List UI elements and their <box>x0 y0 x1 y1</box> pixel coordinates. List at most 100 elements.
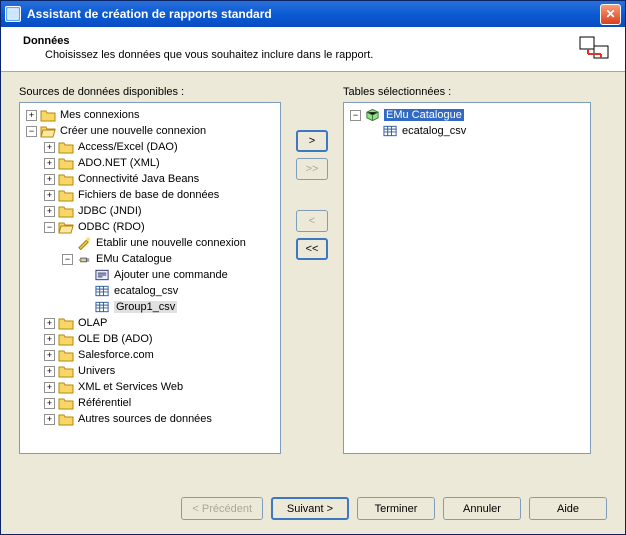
folder-icon <box>58 156 74 170</box>
tree-item-group1[interactable]: Group1_csv <box>22 299 278 315</box>
tree-label: JDBC (JNDI) <box>78 205 142 217</box>
cancel-button[interactable]: Annuler <box>443 497 521 520</box>
tree-item-odbc[interactable]: − ODBC (RDO) <box>22 219 278 235</box>
expand-icon[interactable]: + <box>44 334 55 345</box>
tree-label: Connectivité Java Beans <box>78 173 199 185</box>
expand-icon[interactable]: + <box>44 366 55 377</box>
tree-item-ecatalog[interactable]: ecatalog_csv <box>22 283 278 299</box>
close-button[interactable]: ✕ <box>600 4 621 25</box>
chevron-right-icon: > <box>309 135 315 147</box>
tree-item-salesforce[interactable]: + Salesforce.com <box>22 347 278 363</box>
expand-icon[interactable]: + <box>44 398 55 409</box>
expand-icon[interactable]: + <box>44 158 55 169</box>
folder-icon <box>58 188 74 202</box>
tree-item-univers[interactable]: + Univers <box>22 363 278 379</box>
tree-label: Créer une nouvelle connexion <box>60 125 206 137</box>
back-button[interactable]: < Précédent <box>181 497 263 520</box>
page-subtitle: Choisissez les données que vous souhaite… <box>23 49 571 61</box>
tree-label: Etablir une nouvelle connexion <box>96 237 246 249</box>
tree-label: ecatalog_csv <box>402 125 466 137</box>
expand-icon[interactable]: + <box>44 414 55 425</box>
folder-open-icon <box>58 220 74 234</box>
folder-icon <box>58 204 74 218</box>
cube-icon <box>364 108 380 122</box>
tree-label: ecatalog_csv <box>114 285 178 297</box>
add-all-button[interactable]: >> <box>296 158 328 180</box>
header-text: Données Choisissez les données que vous … <box>23 35 571 61</box>
expand-icon[interactable]: + <box>44 318 55 329</box>
folder-icon <box>58 140 74 154</box>
tree-item-jdbc[interactable]: + JDBC (JNDI) <box>22 203 278 219</box>
tree-item-creer-connexion[interactable]: − Créer une nouvelle connexion <box>22 123 278 139</box>
next-button[interactable]: Suivant > <box>271 497 349 520</box>
collapse-icon[interactable]: − <box>44 222 55 233</box>
tree-label: Salesforce.com <box>78 349 154 361</box>
double-chevron-left-icon: << <box>306 243 319 255</box>
collapse-icon[interactable]: − <box>62 254 73 265</box>
folder-icon <box>58 332 74 346</box>
collapse-icon[interactable]: − <box>26 126 37 137</box>
app-icon <box>5 6 21 22</box>
tree-item-java[interactable]: + Connectivité Java Beans <box>22 171 278 187</box>
command-icon <box>94 268 110 282</box>
expand-icon[interactable]: + <box>44 206 55 217</box>
double-chevron-right-icon: >> <box>306 163 319 175</box>
available-sources-label: Sources de données disponibles : <box>19 86 281 98</box>
tree-item-adonet[interactable]: + ADO.NET (XML) <box>22 155 278 171</box>
table-icon <box>382 124 398 138</box>
expand-icon[interactable]: + <box>44 382 55 393</box>
selected-tables-label: Tables sélectionnées : <box>343 86 591 98</box>
transfer-buttons: > >> < << <box>281 86 343 481</box>
expand-icon[interactable]: + <box>26 110 37 121</box>
tree-label: Access/Excel (DAO) <box>78 141 178 153</box>
tree-item-autres[interactable]: + Autres sources de données <box>22 411 278 427</box>
available-sources-column: Sources de données disponibles : + Mes c… <box>19 86 281 481</box>
tree-item-oledb[interactable]: + OLE DB (ADO) <box>22 331 278 347</box>
tree-label: Référentiel <box>78 397 131 409</box>
expand-icon[interactable]: + <box>44 350 55 361</box>
add-button[interactable]: > <box>296 130 328 152</box>
remove-all-button[interactable]: << <box>296 238 328 260</box>
tree-item-etablir[interactable]: Etablir une nouvelle connexion <box>22 235 278 251</box>
selected-item-ecatalog[interactable]: ecatalog_csv <box>346 123 588 139</box>
tree-item-olap[interactable]: + OLAP <box>22 315 278 331</box>
expand-icon[interactable]: + <box>44 174 55 185</box>
wand-icon <box>76 236 92 250</box>
expand-icon[interactable]: + <box>44 142 55 153</box>
tree-label: XML et Services Web <box>78 381 183 393</box>
selected-item-emu[interactable]: − EMu Catalogue <box>346 107 588 123</box>
folder-icon <box>58 172 74 186</box>
available-sources-tree[interactable]: + Mes connexions − Créer une nouvelle co… <box>19 102 281 454</box>
tree-item-emu[interactable]: − EMu Catalogue <box>22 251 278 267</box>
tree-label: Group1_csv <box>114 301 177 313</box>
tree-item-referentiel[interactable]: + Référentiel <box>22 395 278 411</box>
tree-label: ADO.NET (XML) <box>78 157 160 169</box>
tree-item-mes-connexions[interactable]: + Mes connexions <box>22 107 278 123</box>
folder-icon <box>58 348 74 362</box>
close-icon: ✕ <box>605 7 615 21</box>
table-icon <box>94 300 110 314</box>
tree-label: ODBC (RDO) <box>78 221 145 233</box>
expand-icon[interactable]: + <box>44 190 55 201</box>
folder-icon <box>58 396 74 410</box>
tree-item-fichiers[interactable]: + Fichiers de base de données <box>22 187 278 203</box>
folder-icon <box>40 108 56 122</box>
window-title: Assistant de création de rapports standa… <box>27 7 600 21</box>
tree-item-ajouter[interactable]: Ajouter une commande <box>22 267 278 283</box>
folder-icon <box>58 316 74 330</box>
finish-button[interactable]: Terminer <box>357 497 435 520</box>
folder-icon <box>58 364 74 378</box>
tree-item-access[interactable]: + Access/Excel (DAO) <box>22 139 278 155</box>
wizard-window: Assistant de création de rapports standa… <box>0 0 626 535</box>
selected-tables-tree[interactable]: − EMu Catalogue ecatalog_csv <box>343 102 591 454</box>
chevron-left-icon: < <box>309 215 315 227</box>
data-icon <box>579 36 611 60</box>
main-panel: Sources de données disponibles : + Mes c… <box>1 72 625 489</box>
tree-label: Autres sources de données <box>78 413 212 425</box>
collapse-icon[interactable]: − <box>350 110 361 121</box>
tree-label: Mes connexions <box>60 109 140 121</box>
help-button[interactable]: Aide <box>529 497 607 520</box>
client-area: Données Choisissez les données que vous … <box>1 27 625 534</box>
tree-item-xml[interactable]: + XML et Services Web <box>22 379 278 395</box>
remove-button[interactable]: < <box>296 210 328 232</box>
